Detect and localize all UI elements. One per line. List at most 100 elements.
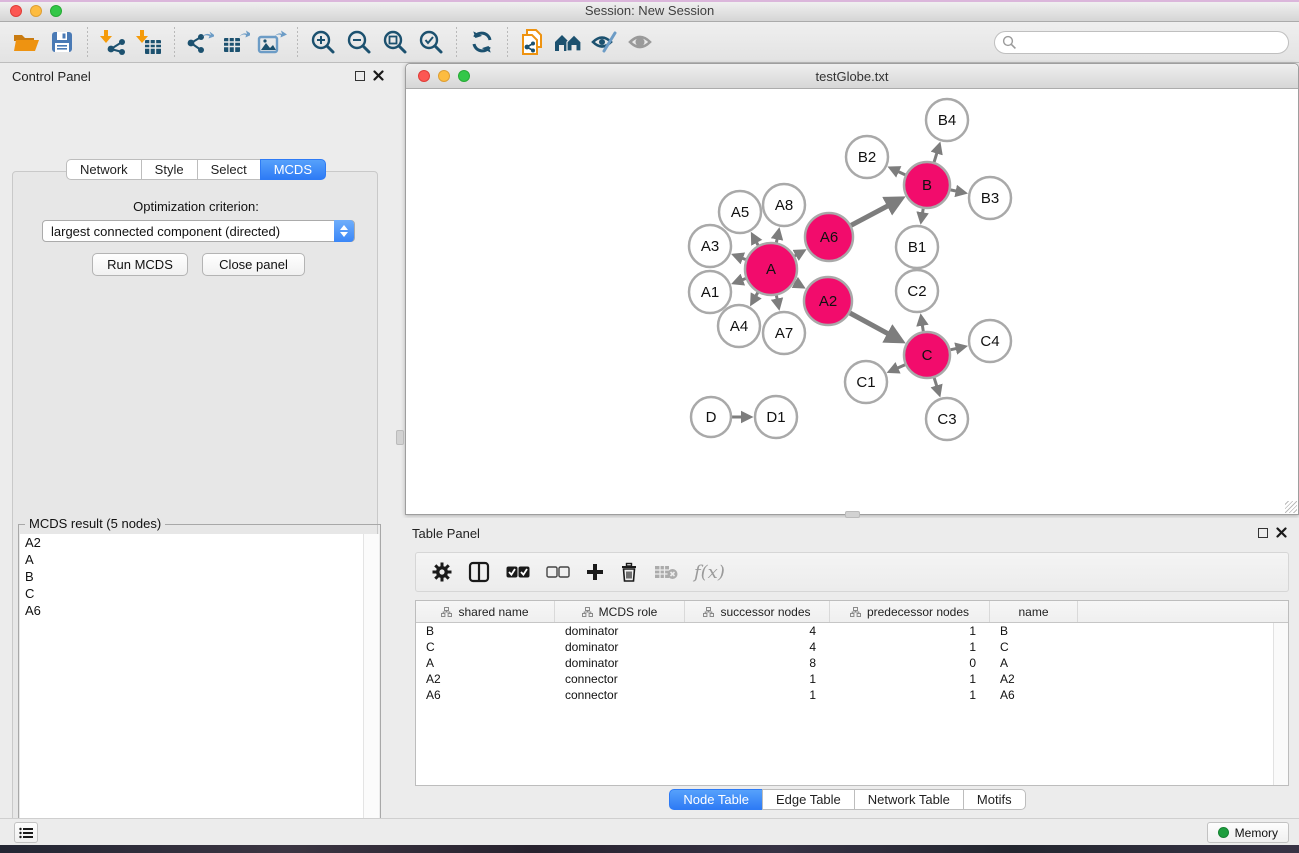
memory-button[interactable]: Memory [1207,822,1289,843]
node-C4[interactable]: C4 [969,320,1011,362]
node-B1[interactable]: B1 [896,226,938,268]
node-C2[interactable]: C2 [896,270,938,312]
show-panels-menu-button[interactable] [14,822,38,843]
table-row[interactable]: A2connector11A2 [416,671,1288,687]
edge-B-B2[interactable] [891,168,905,175]
zoom-in-button[interactable] [305,25,341,59]
result-list-scrollbar[interactable] [363,534,379,853]
open-session-button[interactable] [8,25,44,59]
search-field[interactable] [994,31,1289,54]
tab-network-table[interactable]: Network Table [854,789,964,810]
new-network-button[interactable] [515,25,551,59]
create-column-button[interactable] [586,557,604,587]
node-B3[interactable]: B3 [969,177,1011,219]
select-all-columns-button[interactable] [506,557,530,587]
network-window-titlebar[interactable]: testGlobe.txt [406,64,1298,89]
node-B2[interactable]: B2 [846,136,888,178]
column-header-shared-name[interactable]: shared name [416,601,555,622]
tab-edge-table[interactable]: Edge Table [762,789,855,810]
hide-selected-button[interactable] [587,25,623,59]
node-C[interactable]: C [904,332,950,378]
column-header-name[interactable]: name [990,601,1078,622]
close-panel-icon[interactable] [373,70,384,81]
tab-mcds[interactable]: MCDS [260,159,326,180]
search-input[interactable] [994,31,1289,54]
node-A6[interactable]: A6 [805,213,853,261]
float-table-panel-icon[interactable] [1258,528,1268,538]
edge-C-C4[interactable] [950,347,963,350]
table-row[interactable]: Bdominator41B [416,623,1288,639]
refresh-button[interactable] [464,25,500,59]
table-scrollbar[interactable] [1273,623,1288,785]
export-table-button[interactable] [218,25,254,59]
float-panel-icon[interactable] [355,71,365,81]
deselect-all-columns-button[interactable] [546,557,570,587]
edge-A-A2[interactable] [795,282,802,286]
node-D1[interactable]: D1 [755,396,797,438]
edge-B-B4[interactable] [934,146,939,162]
edge-A-A7[interactable] [776,296,778,307]
zoom-out-button[interactable] [341,25,377,59]
delete-table-button[interactable] [654,557,678,587]
zoom-selected-button[interactable] [413,25,449,59]
column-header-successor-nodes[interactable]: successor nodes [685,601,830,622]
node-B[interactable]: B [904,162,950,208]
close-panel-button[interactable]: Close panel [202,253,305,276]
tab-network[interactable]: Network [66,159,142,180]
table-options-button[interactable] [432,557,452,587]
export-image-button[interactable] [254,25,290,59]
table-row[interactable]: Adominator80A [416,655,1288,671]
zoom-fit-button[interactable] [377,25,413,59]
result-list-item[interactable]: A2 [20,534,365,551]
show-columns-button[interactable] [468,557,490,587]
edge-B-B1[interactable] [921,209,923,221]
optimization-criterion-select[interactable]: largest connected component (directed) [42,220,355,242]
result-list-item[interactable]: A6 [20,602,365,619]
horizontal-splitter-handle[interactable] [845,511,860,518]
edge-C-C2[interactable] [921,318,923,332]
edge-B-B3[interactable] [951,190,964,193]
table-row[interactable]: Cdominator41C [416,639,1288,655]
edge-A6-B[interactable] [851,200,899,226]
node-A4[interactable]: A4 [718,305,760,347]
table-row[interactable]: A6connector11A6 [416,687,1288,703]
node-A3[interactable]: A3 [689,225,731,267]
node-A1[interactable]: A1 [689,271,731,313]
result-list-item[interactable]: A [20,551,365,568]
node-A7[interactable]: A7 [763,312,805,354]
edge-C-C3[interactable] [934,378,939,393]
mcds-result-list[interactable]: A2ABCA6 [20,534,365,853]
node-A[interactable]: A [745,243,797,295]
edge-C-C1[interactable] [891,365,906,371]
import-table-button[interactable] [131,25,167,59]
result-list-item[interactable]: B [20,568,365,585]
show-all-button[interactable] [623,25,659,59]
edge-A2-C[interactable] [850,313,899,340]
tab-style[interactable]: Style [141,159,198,180]
vertical-splitter-handle[interactable] [396,430,404,445]
node-D[interactable]: D [691,397,731,437]
edge-A-A3[interactable] [735,256,746,260]
function-builder-button[interactable]: f(x) [694,562,725,583]
edge-A-A5[interactable] [753,236,758,246]
column-header-MCDS-role[interactable]: MCDS role [555,601,685,622]
close-table-panel-icon[interactable] [1276,527,1287,538]
edge-A-A6[interactable] [795,251,803,256]
edge-A-A8[interactable] [776,231,778,242]
result-list-item[interactable]: C [20,585,365,602]
node-B4[interactable]: B4 [926,99,968,141]
first-neighbors-button[interactable] [551,25,587,59]
tab-node-table[interactable]: Node Table [669,789,763,810]
node-A8[interactable]: A8 [763,184,805,226]
node-C3[interactable]: C3 [926,398,968,440]
node-A2[interactable]: A2 [804,277,852,325]
node-C1[interactable]: C1 [845,361,887,403]
node-A5[interactable]: A5 [719,191,761,233]
window-resize-grip[interactable] [1285,501,1297,513]
export-network-button[interactable] [182,25,218,59]
import-network-button[interactable] [95,25,131,59]
edge-A-A4[interactable] [752,293,758,303]
delete-columns-button[interactable] [620,557,638,587]
edge-A-A1[interactable] [735,279,746,283]
tab-motifs[interactable]: Motifs [963,789,1026,810]
